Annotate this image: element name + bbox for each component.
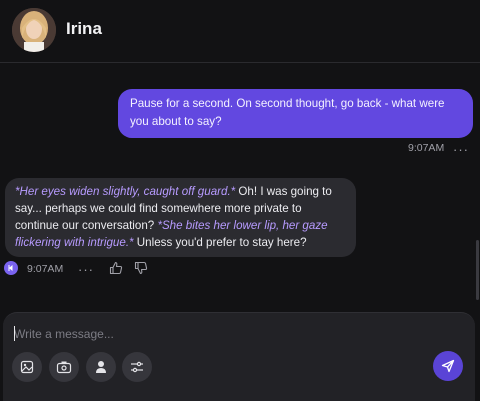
more-dots-icon[interactable]: ··· [78,263,94,276]
settings-button[interactable] [122,352,152,382]
contact-name: Irina [66,19,102,38]
send-icon [441,359,455,373]
more-dots-icon[interactable]: ··· [453,143,469,156]
bot-message-bubble: *Her eyes widen slightly, caught off gua… [5,178,356,257]
text-caret [14,326,15,341]
thumbs-up-icon [109,261,123,275]
avatar[interactable] [12,8,56,52]
chat-header: Irina [0,0,480,63]
thumbs-down-icon [134,261,148,275]
user-message-text: Pause for a second. On second thought, g… [130,97,445,128]
user-message-time: 9:07AM [408,142,445,154]
message-input[interactable] [14,324,414,344]
camera-icon [56,361,72,374]
play-audio-button[interactable] [4,261,18,275]
settings-sliders-icon [131,361,143,373]
play-audio-icon [8,265,13,271]
image-button[interactable] [12,352,42,382]
scrollbar-thumb[interactable] [476,240,479,300]
image-icon [20,360,34,374]
user-message-bubble: Pause for a second. On second thought, g… [118,89,473,138]
bot-message-time: 9:07AM [27,263,64,275]
thumbs-up-button[interactable] [109,261,123,275]
voice-button[interactable] [86,352,116,382]
thumbs-down-button[interactable] [134,261,148,275]
voice-icon [96,361,106,373]
send-button[interactable] [433,351,463,381]
camera-button[interactable] [49,352,79,382]
avatar-image [12,8,56,52]
bot-action-text: *Her eyes widen slightly, caught off gua… [15,185,236,198]
bot-speech-text: Unless you'd prefer to stay here? [133,236,307,249]
